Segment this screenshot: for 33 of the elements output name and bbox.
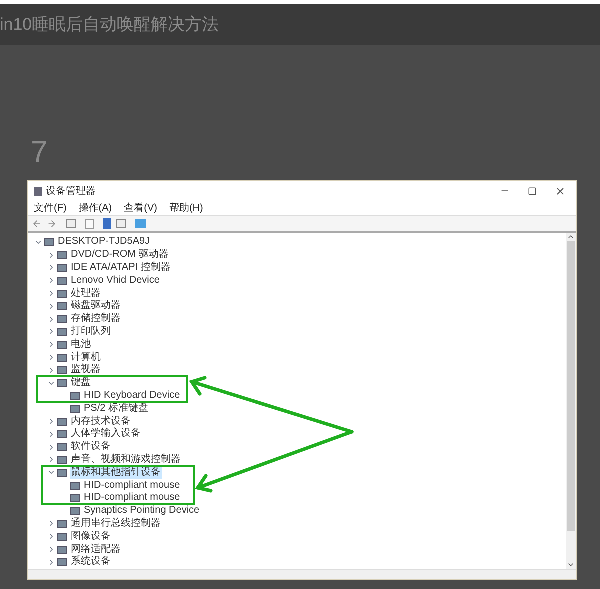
menu-item[interactable]: 文件(F) [34,200,67,216]
tree-item[interactable]: DESKTOP-TJD5A9J [57,236,152,248]
tree-item[interactable]: 打印队列 [70,326,112,338]
tree-item[interactable]: HID-compliant mouse [83,492,182,504]
tree-item[interactable]: HID Keyboard Device [83,390,182,402]
menu-item[interactable]: 操作(A) [78,200,112,216]
tree-item[interactable]: HID-compliant mouse [83,480,182,492]
step-number: 7 [31,136,48,169]
menu-item[interactable]: 查看(V) [124,200,158,216]
tree-item[interactable]: 键盘 [70,377,92,390]
window-title: 设备管理器 [46,184,96,198]
tree-item[interactable]: 通用串行总线控制器 [70,518,162,530]
tree-item[interactable]: 内存技术设备 [70,416,132,428]
tree-item[interactable]: 磁盘驱动器 [70,300,122,312]
tree-item[interactable]: 声音、视频和游戏控制器 [70,454,182,466]
tree-item[interactable]: IDE ATA/ATAPI 控制器 [70,262,172,274]
menu-item[interactable]: 帮助(H) [169,200,204,216]
tree-item[interactable]: DVD/CD-ROM 驱动器 [70,249,170,262]
tree-item[interactable]: 处理器 [70,288,102,300]
tree-item[interactable]: 软件设备 [70,441,112,454]
tree-item[interactable]: Synaptics Pointing Device [83,505,201,518]
tree-item[interactable]: 鼠标和其他指针设备 [70,466,162,479]
tree-item[interactable]: 存储控制器 [70,313,122,326]
tree-item[interactable]: 计算机 [70,352,102,364]
tree-item[interactable]: 电池 [70,338,92,351]
tree-item[interactable]: 图像设备 [70,530,112,543]
tree-item[interactable]: 人体学输入设备 [70,428,142,440]
tree-item[interactable]: Lenovo Vhid Device [70,274,161,287]
article-title: in10睡眠后自动唤醒解决方法 [0,14,220,36]
tree-item[interactable]: 监视器 [70,364,102,376]
tree-item[interactable]: PS/2 标准键盘 [83,402,150,415]
tree-item[interactable]: 网络适配器 [70,544,122,556]
tree-item[interactable]: 系统设备 [70,556,112,568]
